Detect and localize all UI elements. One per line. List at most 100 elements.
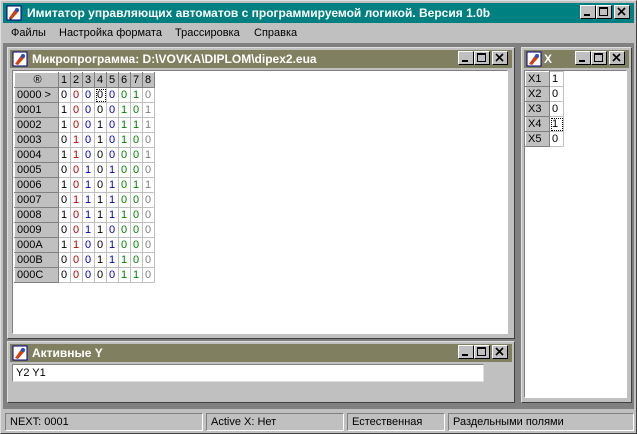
- table-row[interactable]: 0003 0 1 0 1 0 1 0 0: [14, 132, 155, 148]
- bit-cell[interactable]: 0: [142, 87, 155, 103]
- bit-cell[interactable]: 0: [82, 132, 95, 148]
- menu-format-settings[interactable]: Настройка формата: [59, 27, 162, 39]
- bit-cell[interactable]: 0: [58, 222, 71, 238]
- minimize-button[interactable]: [580, 5, 596, 19]
- maximize-button[interactable]: [591, 51, 607, 65]
- bit-cell[interactable]: 0: [94, 177, 107, 193]
- minimize-button[interactable]: [458, 51, 474, 65]
- bit-cell[interactable]: 1: [106, 162, 119, 178]
- column-header[interactable]: 5: [106, 72, 119, 88]
- bit-cell[interactable]: 0: [106, 87, 119, 103]
- bit-cell[interactable]: 0: [106, 117, 119, 133]
- bit-cell[interactable]: 1: [106, 207, 119, 223]
- row-address[interactable]: 0008: [14, 207, 59, 223]
- bit-cell[interactable]: 0: [70, 267, 83, 283]
- close-button[interactable]: [609, 51, 625, 65]
- bit-cell[interactable]: 0: [130, 192, 143, 208]
- bit-cell[interactable]: 1: [70, 132, 83, 148]
- bit-cell[interactable]: 0: [130, 147, 143, 163]
- bit-cell[interactable]: 0: [94, 267, 107, 283]
- bit-cell[interactable]: 1: [82, 192, 95, 208]
- microprogram-table[interactable]: ® 1 2 3 4 5 6 7 8 0000 >0 0 0 0 0 0 1 0 0001 1 0 0 0 0 1 0 1 0002 1…: [14, 72, 155, 283]
- x-value[interactable]: 0: [549, 131, 564, 147]
- minimize-button[interactable]: [575, 51, 591, 65]
- bit-cell[interactable]: 0: [70, 207, 83, 223]
- x-table[interactable]: X1 1 X2 0 X3 0 X4 1 X5 0: [525, 71, 564, 147]
- bit-cell[interactable]: 1: [118, 267, 131, 283]
- maximize-button[interactable]: [474, 51, 490, 65]
- bit-cell[interactable]: 0: [118, 222, 131, 238]
- bit-cell[interactable]: 0: [70, 222, 83, 238]
- bit-cell[interactable]: 0: [142, 192, 155, 208]
- row-address[interactable]: 0006: [14, 177, 59, 193]
- row-address[interactable]: 000B: [14, 252, 59, 268]
- maximize-button[interactable]: [596, 5, 612, 19]
- x-row[interactable]: X4 1: [525, 116, 564, 132]
- bit-cell[interactable]: 0: [82, 147, 95, 163]
- bit-cell[interactable]: 0: [82, 102, 95, 118]
- bit-cell[interactable]: 1: [82, 207, 95, 223]
- bit-cell[interactable]: 1: [58, 237, 71, 253]
- x-row[interactable]: X3 0: [525, 101, 564, 117]
- bit-cell[interactable]: 1: [142, 147, 155, 163]
- bit-cell[interactable]: 0: [142, 252, 155, 268]
- minimize-button[interactable]: [458, 345, 474, 359]
- bit-cell[interactable]: 0: [118, 192, 131, 208]
- x-row[interactable]: X2 0: [525, 86, 564, 102]
- title-bar[interactable]: Имитатор управляющих автоматов с програм…: [3, 3, 634, 23]
- bit-cell[interactable]: 0: [106, 102, 119, 118]
- bit-cell[interactable]: 1: [58, 177, 71, 193]
- bit-cell[interactable]: 1: [142, 117, 155, 133]
- x-value[interactable]: 0: [549, 86, 564, 102]
- bit-cell[interactable]: 1: [130, 267, 143, 283]
- bit-cell[interactable]: 1: [106, 252, 119, 268]
- row-address[interactable]: 0003: [14, 132, 59, 148]
- bit-cell[interactable]: 1: [118, 252, 131, 268]
- table-row[interactable]: 0009 0 0 1 1 0 0 0 0: [14, 222, 155, 238]
- x-value[interactable]: 1: [549, 71, 564, 87]
- bit-cell[interactable]: 1: [130, 117, 143, 133]
- microprogram-title-bar[interactable]: Микропрограмма: D:\VOVKA\DIPLOM\dipex2.e…: [10, 50, 512, 68]
- row-address[interactable]: 0004: [14, 147, 59, 163]
- bit-cell[interactable]: 1: [94, 207, 107, 223]
- bit-cell[interactable]: 1: [94, 222, 107, 238]
- x-row[interactable]: X1 1: [525, 71, 564, 87]
- table-row[interactable]: 000C 0 0 0 0 0 1 1 0: [14, 267, 155, 283]
- bit-cell[interactable]: 1: [82, 162, 95, 178]
- menu-trace[interactable]: Трассировка: [175, 27, 240, 39]
- x-row[interactable]: X5 0: [525, 131, 564, 147]
- row-address[interactable]: 0009: [14, 222, 59, 238]
- row-address[interactable]: 0001: [14, 102, 59, 118]
- bit-cell[interactable]: 0: [94, 102, 107, 118]
- bit-cell[interactable]: 0: [106, 147, 119, 163]
- bit-cell[interactable]: 1: [130, 177, 143, 193]
- close-button[interactable]: [614, 5, 630, 19]
- bit-cell[interactable]: 0: [106, 222, 119, 238]
- active-y-title-bar[interactable]: Активные Y: [10, 344, 512, 362]
- bit-cell[interactable]: 1: [142, 177, 155, 193]
- row-address[interactable]: 0005: [14, 162, 59, 178]
- bit-cell[interactable]: 0: [70, 117, 83, 133]
- bit-cell[interactable]: 0: [142, 162, 155, 178]
- table-row[interactable]: 0007 0 1 1 1 1 0 0 0: [14, 192, 155, 208]
- bit-cell[interactable]: 0: [58, 162, 71, 178]
- table-row[interactable]: 0006 1 0 1 0 1 0 1 1: [14, 177, 155, 193]
- bit-cell[interactable]: 0: [70, 102, 83, 118]
- bit-cell[interactable]: 1: [106, 192, 119, 208]
- bit-cell[interactable]: 0: [82, 252, 95, 268]
- row-address[interactable]: 0002: [14, 117, 59, 133]
- bit-cell[interactable]: 0: [58, 267, 71, 283]
- bit-cell[interactable]: 0: [130, 207, 143, 223]
- x-grid-area[interactable]: X1 1 X2 0 X3 0 X4 1 X5 0: [524, 70, 627, 398]
- bit-cell[interactable]: 1: [58, 147, 71, 163]
- bit-cell[interactable]: 0: [142, 207, 155, 223]
- x-value[interactable]: 1: [549, 116, 564, 132]
- column-header[interactable]: 8: [142, 72, 155, 88]
- bit-cell[interactable]: 0: [130, 252, 143, 268]
- bit-cell[interactable]: 1: [58, 102, 71, 118]
- row-address[interactable]: 000C: [14, 267, 59, 283]
- bit-cell[interactable]: 0: [70, 162, 83, 178]
- bit-cell[interactable]: 1: [70, 147, 83, 163]
- column-header[interactable]: 2: [70, 72, 83, 88]
- column-header[interactable]: 7: [130, 72, 143, 88]
